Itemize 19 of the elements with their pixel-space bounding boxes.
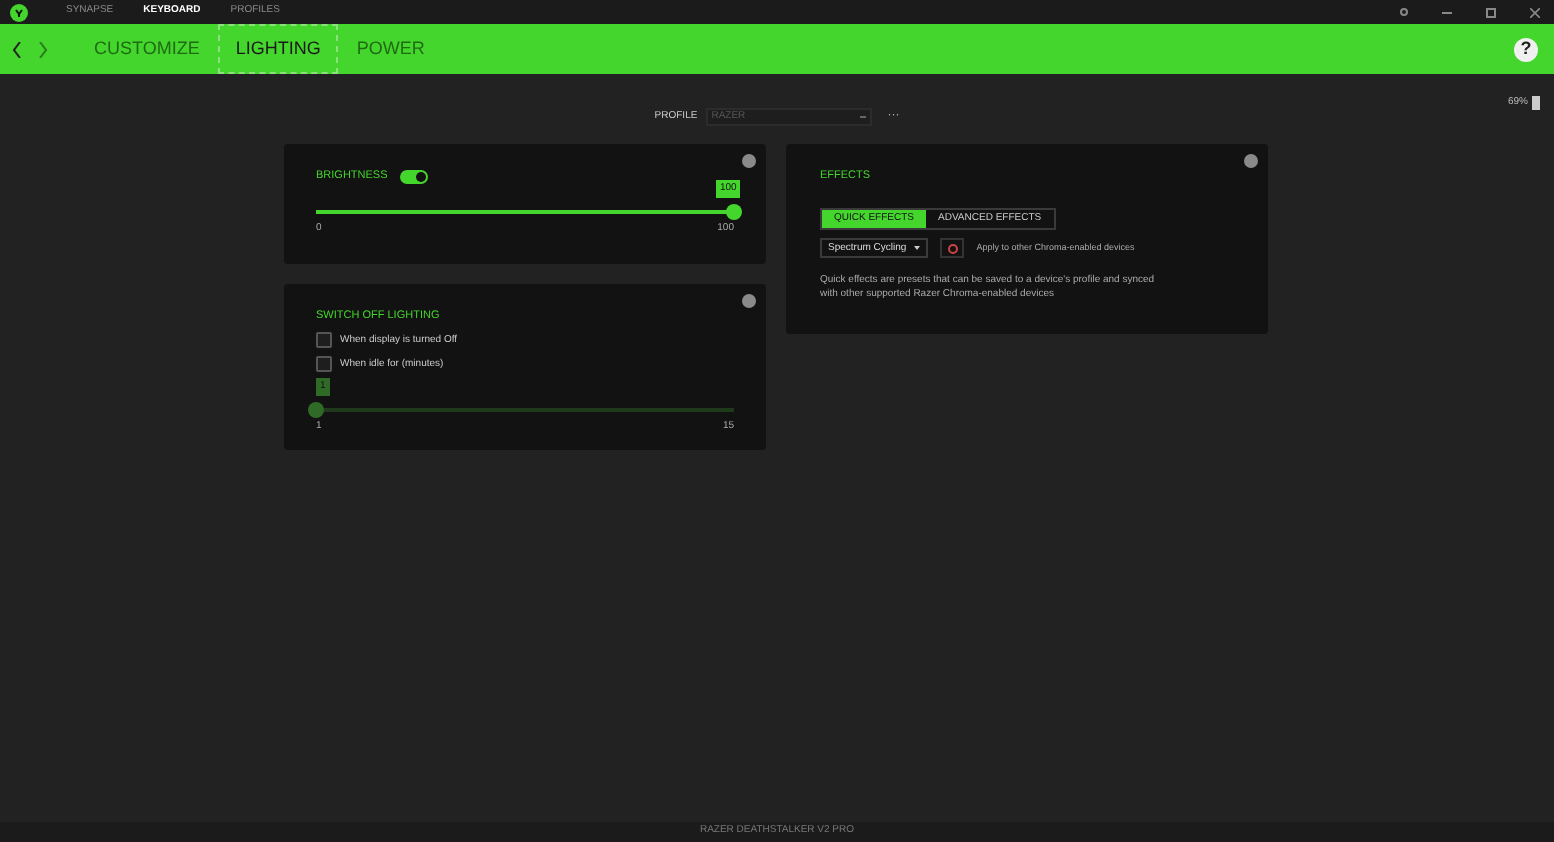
- info-icon[interactable]: [742, 294, 756, 308]
- logo-icon[interactable]: [10, 3, 28, 21]
- close-icon[interactable]: [1530, 7, 1540, 17]
- settings-icon[interactable]: [1400, 8, 1408, 16]
- slider-thumb[interactable]: [726, 204, 742, 221]
- forward-icon[interactable]: [38, 41, 48, 57]
- caret-icon: [914, 246, 921, 251]
- info-icon[interactable]: [742, 154, 756, 168]
- main-tab[interactable]: LIGHTING: [217, 24, 339, 74]
- help-icon[interactable]: ?: [1514, 37, 1538, 61]
- minimize-icon[interactable]: [1442, 11, 1452, 13]
- info-icon[interactable]: [1244, 154, 1258, 168]
- brightness-toggle[interactable]: [399, 169, 428, 184]
- maximize-icon[interactable]: [1486, 7, 1496, 17]
- caret-icon: [859, 116, 866, 118]
- back-icon[interactable]: [12, 41, 22, 57]
- battery-icon: [1532, 96, 1540, 111]
- color-wheel-icon: [947, 243, 958, 254]
- chroma-apply-button[interactable]: [940, 238, 965, 259]
